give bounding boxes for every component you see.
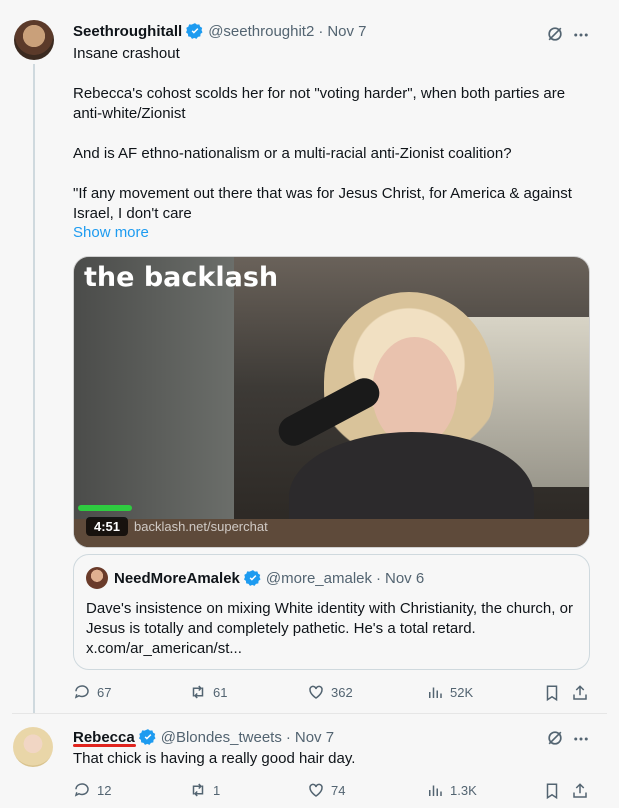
quote-text: Dave's insistence on mixing White identi… [86, 600, 573, 657]
author-handle[interactable]: @seethroughit2 [208, 23, 314, 40]
views-button[interactable]: 52K [426, 683, 473, 701]
views-count: 1.3K [450, 782, 477, 798]
heart-icon [309, 783, 323, 797]
quote-author-name[interactable]: NeedMoreAmalek [114, 570, 240, 587]
separator-dot: · [318, 22, 324, 40]
repost-icon [192, 685, 204, 699]
timeline: Seethroughitall @seethroughit2 · Nov 7 I… [0, 0, 619, 808]
bookmark-icon[interactable] [543, 684, 561, 702]
avatar[interactable] [14, 20, 54, 60]
reply-count: 67 [97, 684, 112, 700]
tweet-date[interactable]: Nov 7 [295, 729, 334, 746]
grok-icon[interactable] [545, 728, 565, 748]
quote-header: NeedMoreAmalek @more_amalek · Nov 6 [114, 569, 424, 587]
tweet-text: That chick is having a really good hair … [73, 750, 356, 767]
separator-dot: · [376, 569, 381, 587]
tweet-text-line-3: And is AF ethno-nationalism or a multi-r… [73, 145, 512, 162]
video-progress-bar [78, 505, 132, 511]
repost-button[interactable]: 61 [189, 683, 227, 701]
tweet-date[interactable]: Nov 7 [327, 23, 366, 40]
thread-line [33, 64, 35, 713]
views-chart-icon [429, 785, 442, 796]
tweet-text-line-2: Rebecca's cohost scolds her for not "vot… [73, 85, 566, 122]
like-button[interactable]: 74 [307, 781, 345, 799]
author-name[interactable]: Rebecca [73, 729, 135, 746]
author-handle[interactable]: @Blondes_tweets [161, 729, 282, 746]
quoted-tweet[interactable]: NeedMoreAmalek @more_amalek · Nov 6 Dave… [73, 554, 590, 670]
quote-avatar[interactable] [86, 567, 108, 589]
more-options-icon[interactable] [572, 26, 590, 44]
reply-button[interactable]: 12 [73, 781, 111, 799]
show-more-link[interactable]: Show more [73, 224, 149, 241]
heart-icon [309, 685, 323, 699]
views-chart-icon [429, 687, 442, 698]
share-icon[interactable] [571, 684, 589, 702]
verified-badge-icon [243, 570, 261, 586]
reply-icon [74, 685, 89, 699]
red-underline-annotation [73, 744, 136, 747]
tweet-text-line-1: Insane crashout [73, 45, 180, 62]
video-person-face [372, 337, 457, 447]
repost-icon [192, 783, 204, 797]
share-icon[interactable] [571, 782, 589, 800]
author-name[interactable]: Seethroughitall [73, 23, 182, 40]
repost-count: 61 [213, 684, 228, 700]
verified-badge-icon [186, 23, 203, 39]
reply-button[interactable]: 67 [73, 683, 111, 701]
views-count: 52K [450, 684, 474, 700]
reply-count: 12 [97, 782, 112, 798]
like-count: 362 [331, 684, 353, 700]
tweet-actions: 67 61 362 52K [73, 683, 593, 703]
video-url-overlay: backlash.net/superchat [134, 519, 268, 534]
separator-dot: · [285, 728, 291, 746]
quote-author-handle[interactable]: @more_amalek [266, 570, 372, 587]
like-count: 74 [331, 782, 346, 798]
like-button[interactable]: 362 [307, 683, 353, 701]
bookmark-icon[interactable] [543, 782, 561, 800]
repost-button[interactable]: 1 [189, 781, 220, 799]
reply-icon [74, 783, 89, 797]
video-duration-badge: 4:51 [86, 517, 129, 536]
verified-badge-icon [138, 729, 156, 745]
quote-date[interactable]: Nov 6 [385, 570, 424, 587]
video-overlay-title: the backlash [84, 262, 279, 293]
avatar[interactable] [13, 727, 53, 767]
tweet-header: Seethroughitall @seethroughit2 · Nov 7 [73, 22, 367, 40]
repost-count: 1 [213, 782, 221, 798]
video-player[interactable]: the backlash backlash.net/superchat 4:51 [73, 256, 590, 548]
grok-icon[interactable] [545, 24, 565, 44]
views-button[interactable]: 1.3K [426, 781, 477, 799]
tweet-text-line-4: "If any movement out there that was for … [73, 185, 572, 222]
more-options-icon[interactable] [572, 730, 590, 748]
tweet-actions: 12 1 74 1.3K [73, 781, 593, 801]
